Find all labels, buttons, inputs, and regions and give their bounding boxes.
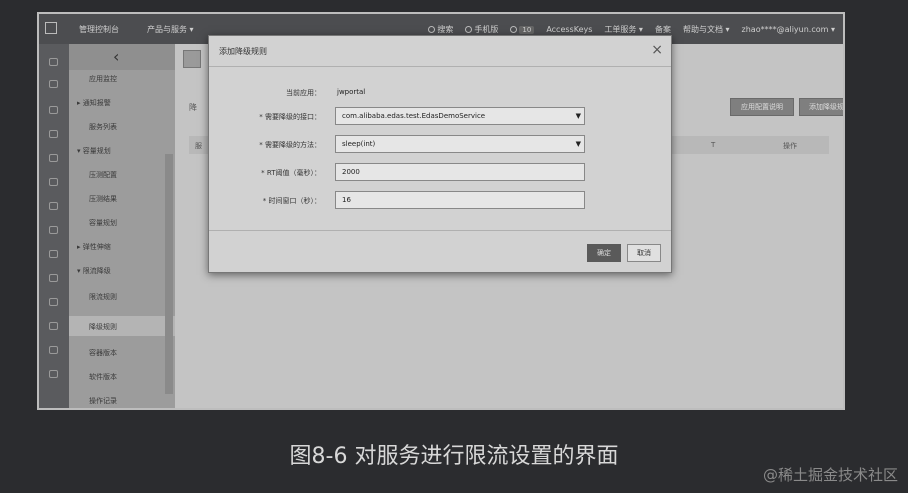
cancel-button[interactable]: 取消 [627, 244, 661, 262]
sidebar-item-alerts[interactable]: ▸ 通知报警 [77, 98, 111, 108]
icon-rail [39, 44, 69, 408]
accesskeys-link[interactable]: AccessKeys [546, 25, 592, 34]
time-window-label: * 时间窗口（秒）： [262, 197, 321, 205]
rail-cloud-icon[interactable] [49, 130, 58, 138]
method-select[interactable]: sleep(int) ▼ [335, 135, 585, 153]
aliyun-logo-icon[interactable] [45, 22, 57, 34]
confirm-button[interactable]: 确定 [587, 244, 621, 262]
bell-icon [510, 26, 518, 33]
app-config-button[interactable]: 应用配置说明 [730, 98, 794, 116]
rt-threshold-label: * RT阈值（毫秒）： [261, 169, 321, 177]
sidebar-scrollbar[interactable] [165, 154, 173, 394]
sidebar-selected-highlight [69, 316, 175, 336]
mobile-link[interactable]: 手机版 [465, 24, 498, 35]
rail-dot-icon[interactable] [49, 80, 58, 88]
sidebar: ‹ 应用监控 ▸ 通知报警 服务列表 ▾ 容量规划 压测配置 压测结果 容量规划… [69, 44, 175, 408]
interface-select[interactable]: com.alibaba.edas.test.EdasDemoService ▼ [335, 107, 585, 125]
rail-home-icon[interactable] [49, 58, 58, 66]
add-degrade-rule-button[interactable]: 添加降级规则 [799, 98, 843, 116]
sidebar-item-ratelimit[interactable]: ▾ 限流降级 [77, 266, 111, 276]
sidebar-item-app-monitor[interactable]: 应用监控 [89, 74, 117, 84]
rail-link-icon[interactable] [49, 178, 58, 186]
rail-warning-icon[interactable] [49, 298, 58, 306]
billing-link[interactable]: 备案 [655, 24, 671, 35]
products-menu[interactable]: 产品与服务 ▾ [147, 24, 194, 35]
watermark: @稀土掘金技术社区 [762, 466, 898, 484]
rail-user-icon[interactable] [49, 250, 58, 258]
notifications-link[interactable]: 10 [510, 25, 535, 34]
rail-dot-icon[interactable] [49, 226, 58, 234]
column-header-rt: T [711, 141, 716, 149]
sidebar-item-service-list[interactable]: 服务列表 [89, 122, 117, 132]
rail-grid-icon[interactable] [49, 106, 58, 114]
sidebar-item-stress-config[interactable]: 压测配置 [89, 170, 117, 180]
sidebar-item-capacity-plan[interactable]: 容量规划 [89, 218, 117, 228]
column-header-operations: 操作 [783, 142, 797, 150]
dialog-footer-divider [209, 230, 671, 231]
dialog-header: 添加降级规则 × [209, 36, 671, 67]
console-link[interactable]: 管理控制台 [79, 24, 119, 35]
rt-threshold-input[interactable]: 2000 [335, 163, 585, 181]
sidebar-collapse-button[interactable]: ‹ [69, 44, 175, 70]
method-label: * 需要降级的方法： [259, 141, 321, 149]
method-select-value: sleep(int) [342, 140, 376, 148]
sidebar-item-container-version[interactable]: 容器版本 [89, 348, 117, 358]
interface-label: * 需要降级的接口： [259, 113, 321, 121]
caret-down-icon: ▼ [575, 140, 581, 148]
add-degrade-rule-dialog: 添加降级规则 × 当前应用： jwportal * 需要降级的接口： com.a… [208, 35, 672, 273]
rail-settings-icon[interactable] [49, 274, 58, 282]
notification-badge: 10 [519, 26, 535, 34]
topbar-right: 搜索 手机版 10 AccessKeys 工单服务 ▾ 备案 帮助与文档 ▾ z… [428, 24, 835, 35]
search-icon [428, 26, 436, 33]
current-app-value: jwportal [337, 88, 366, 96]
sidebar-item-operation-log[interactable]: 操作记录 [89, 396, 117, 406]
help-menu[interactable]: 帮助与文档 ▾ [683, 24, 730, 35]
current-app-label: 当前应用： [286, 89, 321, 97]
column-header-service: 服 [195, 142, 202, 150]
phone-icon [465, 26, 473, 33]
sidebar-item-autoscale[interactable]: ▸ 弹性伸缩 [77, 242, 111, 252]
time-window-input[interactable]: 16 [335, 191, 585, 209]
sidebar-item-degrade-rules[interactable]: 降级规则 [89, 322, 117, 332]
rail-network-icon[interactable] [49, 202, 58, 210]
sidebar-item-capacity[interactable]: ▾ 容量规划 [77, 146, 111, 156]
close-icon[interactable]: × [651, 42, 663, 58]
tickets-menu[interactable]: 工单服务 ▾ [604, 24, 643, 35]
user-menu[interactable]: zhao****@aliyun.com ▾ [742, 25, 835, 34]
sidebar-item-software-version[interactable]: 软件版本 [89, 372, 117, 382]
interface-select-value: com.alibaba.edas.test.EdasDemoService [342, 112, 486, 120]
sidebar-item-stress-result[interactable]: 压测结果 [89, 194, 117, 204]
caret-down-icon: ▼ [575, 112, 581, 120]
rail-mail-icon[interactable] [49, 322, 58, 330]
chevron-left-icon: ‹ [113, 47, 120, 66]
app-header-icon [183, 50, 201, 68]
rail-edit-icon[interactable] [49, 346, 58, 354]
sidebar-item-limit-rules[interactable]: 限流规则 [89, 292, 117, 302]
dialog-title: 添加降级规则 [219, 47, 267, 56]
rail-shield-icon[interactable] [49, 370, 58, 378]
tab-degrade[interactable]: 降 [189, 102, 207, 113]
rail-database-icon[interactable] [49, 154, 58, 162]
search-link[interactable]: 搜索 [428, 24, 453, 35]
